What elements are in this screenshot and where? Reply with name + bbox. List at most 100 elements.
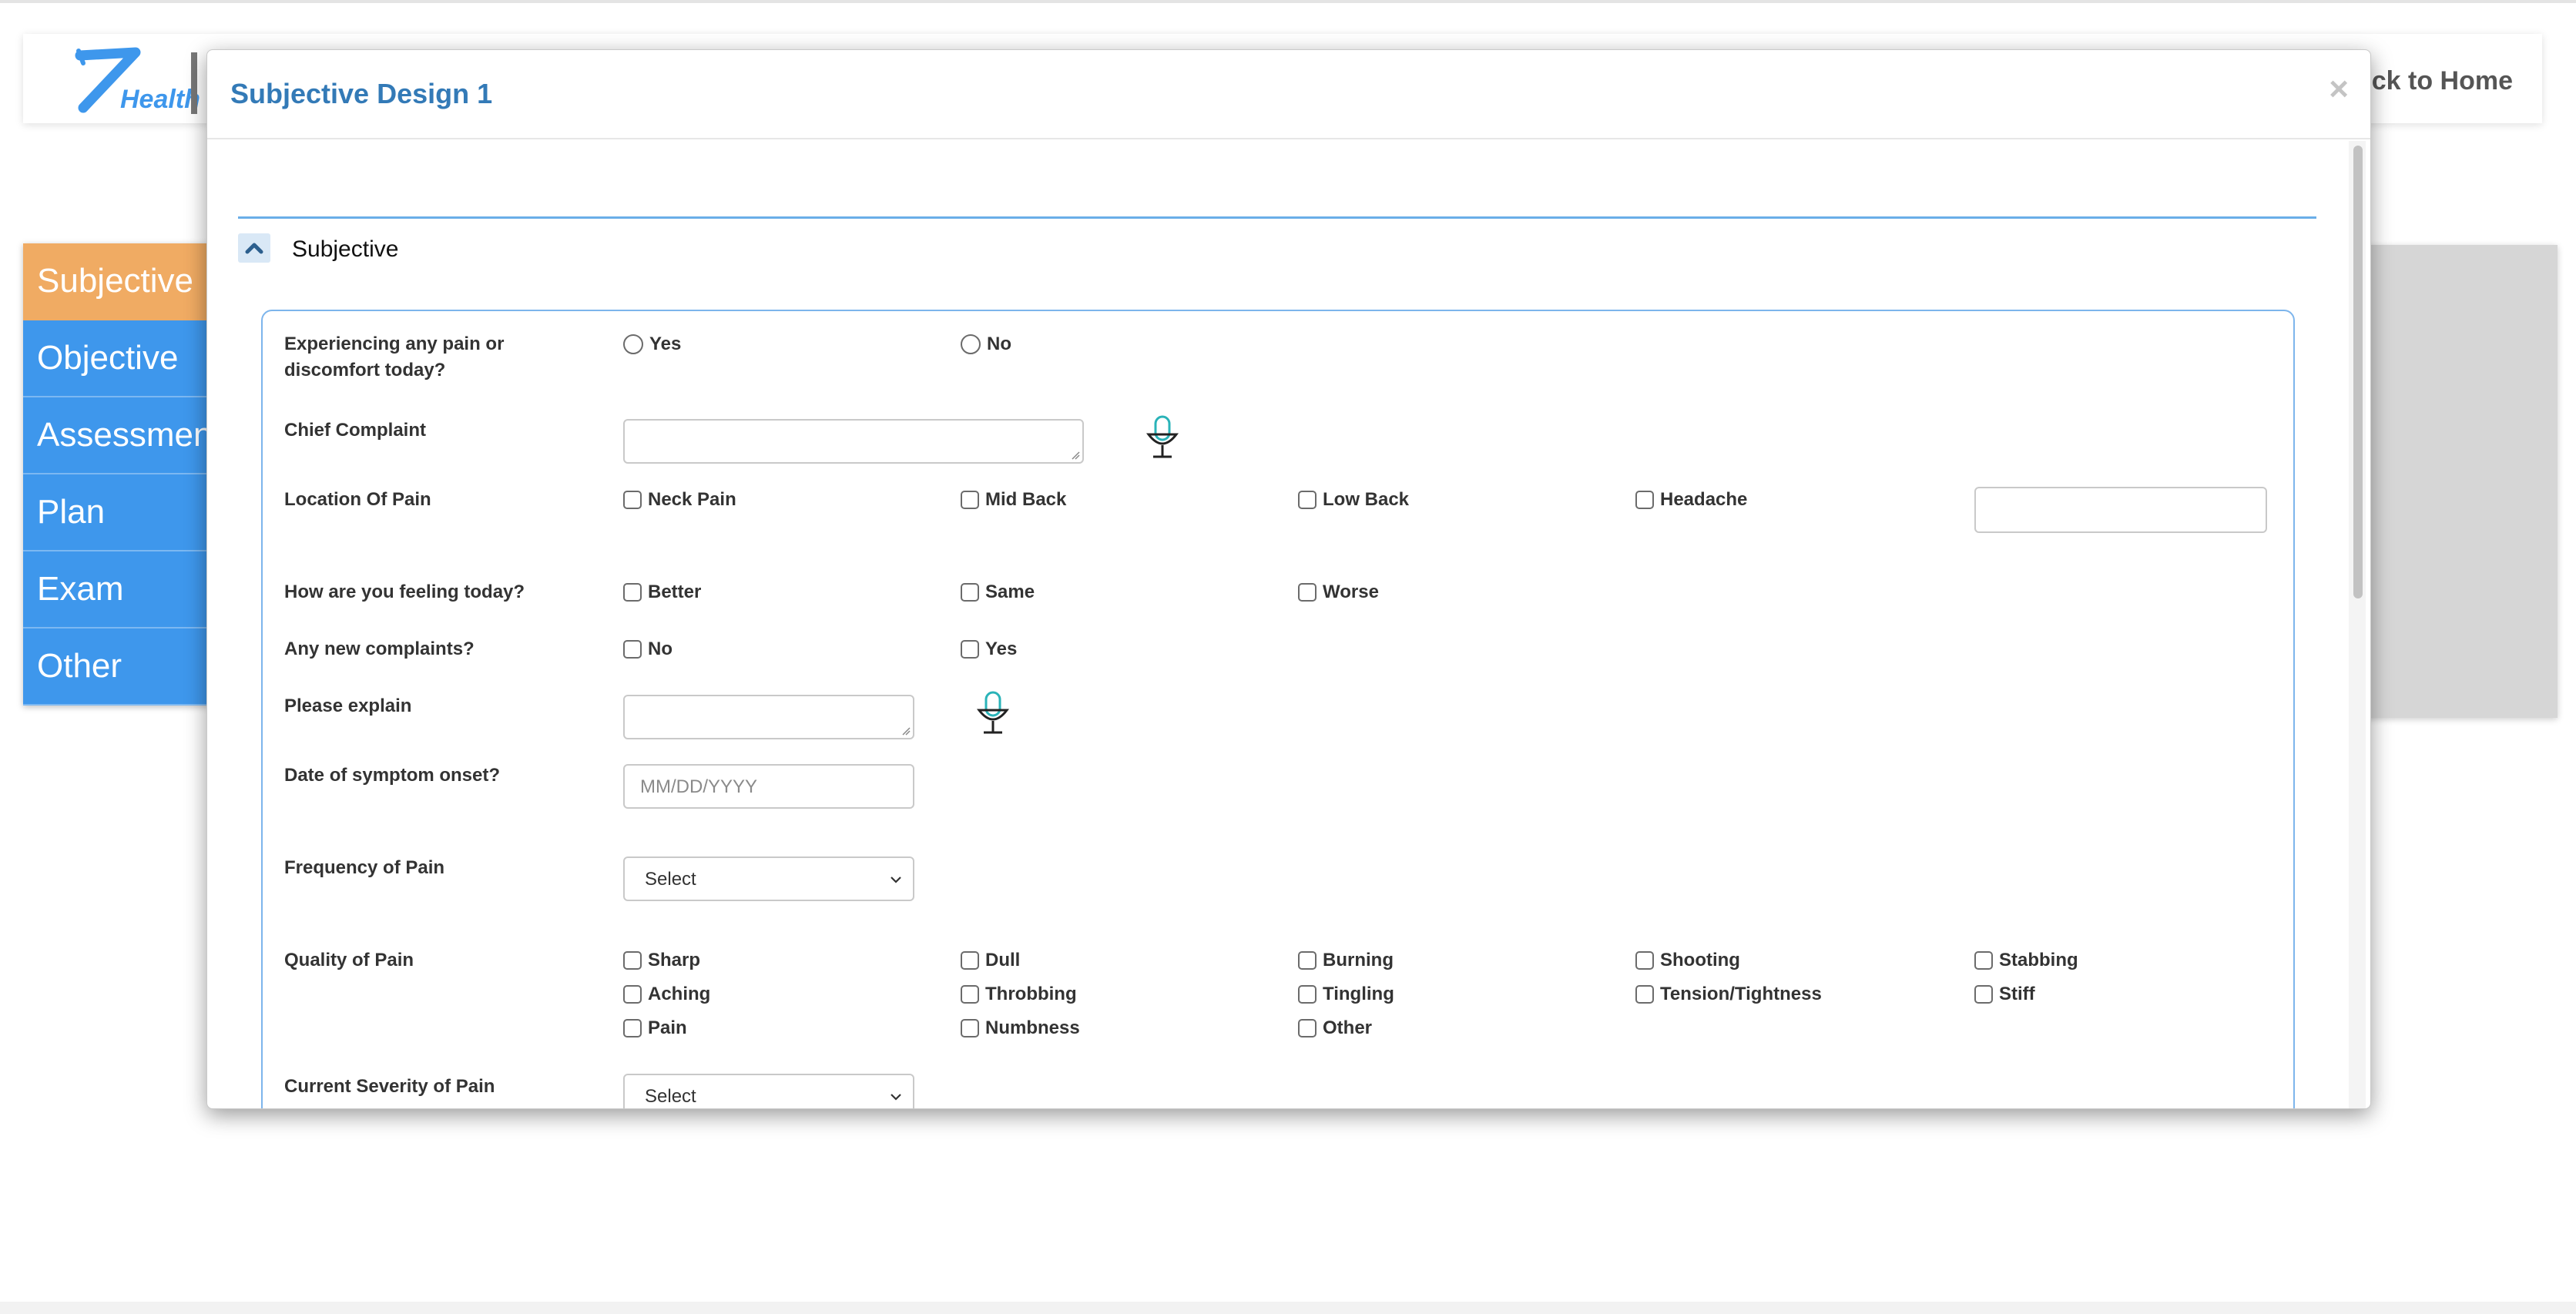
location-headache[interactable]: Headache <box>1635 488 1747 511</box>
chief-complaint-label: Chief Complaint <box>284 420 426 441</box>
option-label: Mid Back <box>985 489 1067 510</box>
option-label: Yes <box>985 639 1018 659</box>
chevron-down-icon <box>891 1094 901 1101</box>
sidebar-item-other[interactable]: Other <box>23 629 210 706</box>
microphone-icon[interactable] <box>1144 414 1181 461</box>
quality-stabbing[interactable]: Stabbing <box>1974 949 2078 972</box>
sidebar-item-subjective[interactable]: Subjective <box>23 243 210 320</box>
option-label: Pain <box>648 1017 687 1038</box>
checkbox[interactable] <box>1298 491 1317 509</box>
quality-stiff[interactable]: Stiff <box>1974 983 2035 1006</box>
feeling-same[interactable]: Same <box>961 581 1035 604</box>
quality-label: Quality of Pain <box>284 950 414 970</box>
checkbox[interactable] <box>623 951 642 970</box>
checkbox[interactable] <box>961 985 979 1004</box>
checkbox[interactable] <box>623 491 642 509</box>
new-complaints-no[interactable]: No <box>623 638 673 661</box>
chevron-down-icon <box>891 877 901 883</box>
option-label: Throbbing <box>985 984 1077 1004</box>
option-label: Burning <box>1323 950 1394 970</box>
checkbox[interactable] <box>1298 985 1317 1004</box>
pain-today-label: Experiencing any pain or discomfort toda… <box>284 334 505 380</box>
option-label: Neck Pain <box>648 489 736 510</box>
onset-date-input[interactable]: MM/DD/YYYY <box>623 764 914 809</box>
checkbox[interactable] <box>623 985 642 1004</box>
section-divider <box>238 216 2316 219</box>
location-other-field[interactable] <box>1974 487 2267 533</box>
back-to-home-link[interactable]: ck to Home <box>2372 66 2513 96</box>
checkbox[interactable] <box>961 640 979 659</box>
new-complaints-yes[interactable]: Yes <box>961 638 1017 661</box>
new-complaints-label: Any new complaints? <box>284 639 475 659</box>
checkbox[interactable] <box>961 1019 979 1037</box>
radio-circle[interactable] <box>623 334 643 354</box>
resize-handle-icon[interactable] <box>1071 451 1080 460</box>
option-label: Numbness <box>985 1017 1080 1038</box>
logo-z-icon[interactable]: Health <box>49 45 203 116</box>
checkbox[interactable] <box>961 951 979 970</box>
chief-complaint-field[interactable] <box>623 419 1084 464</box>
sidebar-item-assessment[interactable]: Assessment <box>23 397 210 474</box>
quality-throbbing[interactable]: Throbbing <box>961 983 1077 1006</box>
explain-label: Please explain <box>284 696 412 716</box>
checkbox[interactable] <box>1974 985 1993 1004</box>
checkbox[interactable] <box>1974 951 1993 970</box>
radio-circle[interactable] <box>961 334 981 354</box>
checkbox[interactable] <box>1298 1019 1317 1037</box>
checkbox[interactable] <box>623 1019 642 1037</box>
checkbox[interactable] <box>1635 951 1654 970</box>
quality-burning[interactable]: Burning <box>1298 949 1394 972</box>
logo-divider <box>191 52 197 114</box>
checkbox[interactable] <box>961 583 979 602</box>
resize-handle-icon[interactable] <box>901 726 911 736</box>
top-border <box>0 0 2576 3</box>
feeling-worse[interactable]: Worse <box>1298 581 1379 604</box>
subjective-modal: Subjective Design 1 × Subjective Experie… <box>206 49 2371 1109</box>
quality-other[interactable]: Other <box>1298 1017 1372 1040</box>
option-label: Worse <box>1323 582 1379 602</box>
pain-today-yes[interactable]: Yes <box>623 333 681 356</box>
quality-tension-tightness[interactable]: Tension/Tightness <box>1635 983 1822 1006</box>
quality-shooting[interactable]: Shooting <box>1635 949 1740 972</box>
microphone-icon[interactable] <box>974 690 1011 736</box>
onset-label: Date of symptom onset? <box>284 765 501 786</box>
subjective-form: Experiencing any pain or discomfort toda… <box>261 310 2295 1108</box>
checkbox[interactable] <box>1635 985 1654 1004</box>
option-label: Tension/Tightness <box>1660 984 1822 1004</box>
checkbox[interactable] <box>961 491 979 509</box>
location-low-back[interactable]: Low Back <box>1298 488 1409 511</box>
side-nav: Subjective Objective Assessment Plan Exa… <box>23 243 210 706</box>
sidebar-item-exam[interactable]: Exam <box>23 551 210 629</box>
checkbox[interactable] <box>623 583 642 602</box>
sidebar-item-plan[interactable]: Plan <box>23 474 210 551</box>
pain-today-no[interactable]: No <box>961 333 1011 356</box>
location-neck-pain[interactable]: Neck Pain <box>623 488 736 511</box>
option-label: No <box>987 334 1011 354</box>
modal-header: Subjective Design 1 × <box>207 50 2370 139</box>
checkbox[interactable] <box>1298 583 1317 602</box>
location-mid-back[interactable]: Mid Back <box>961 488 1066 511</box>
option-label: Yes <box>649 334 682 354</box>
quality-tingling[interactable]: Tingling <box>1298 983 1394 1006</box>
checkbox[interactable] <box>623 640 642 659</box>
quality-aching[interactable]: Aching <box>623 983 710 1006</box>
option-label: Other <box>1323 1017 1373 1038</box>
severity-select[interactable]: Select <box>623 1074 914 1108</box>
checkbox[interactable] <box>1298 951 1317 970</box>
explain-field[interactable] <box>623 695 914 739</box>
logo-text: Health <box>120 85 200 114</box>
quality-sharp[interactable]: Sharp <box>623 949 700 972</box>
sidebar-item-objective[interactable]: Objective <box>23 320 210 397</box>
close-icon[interactable]: × <box>2329 70 2349 109</box>
frequency-selected: Select <box>645 869 696 890</box>
quality-dull[interactable]: Dull <box>961 949 1020 972</box>
section-title: Subjective <box>292 236 399 262</box>
checkbox[interactable] <box>1635 491 1654 509</box>
feeling-better[interactable]: Better <box>623 581 701 604</box>
date-placeholder: MM/DD/YYYY <box>640 776 758 797</box>
frequency-select[interactable]: Select <box>623 856 914 901</box>
section-collapse-button[interactable] <box>238 233 270 263</box>
option-label: Dull <box>985 950 1021 970</box>
quality-numbness[interactable]: Numbness <box>961 1017 1080 1040</box>
quality-pain[interactable]: Pain <box>623 1017 687 1040</box>
